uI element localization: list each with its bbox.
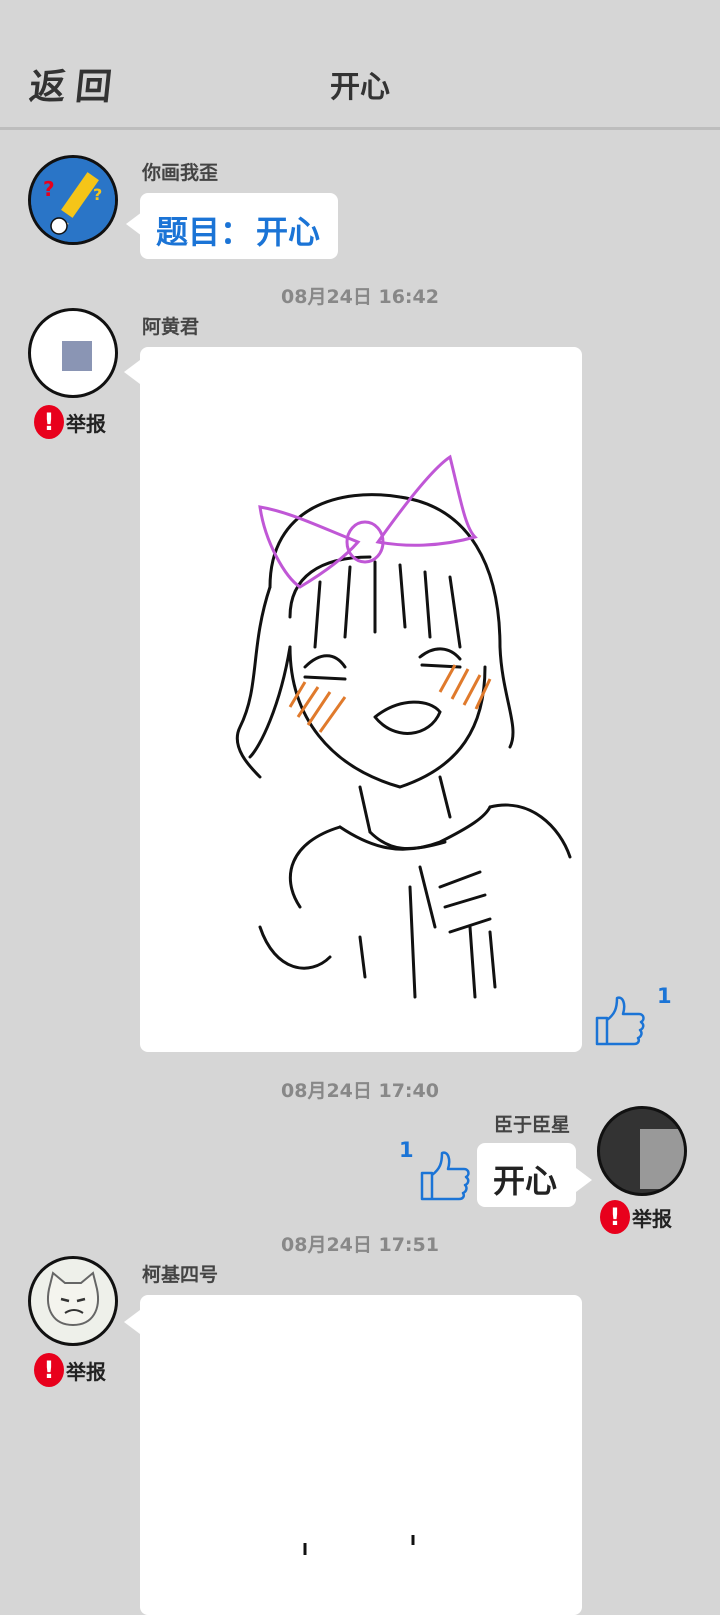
avatar-photo xyxy=(62,341,92,371)
answer-bubble: 开心 xyxy=(477,1143,576,1207)
sender-name: 臣于臣星 xyxy=(494,1114,571,1136)
avatar[interactable] xyxy=(28,1256,118,1346)
svg-text:?: ? xyxy=(93,185,102,204)
drawing-bubble[interactable] xyxy=(140,347,582,1052)
bubble-tail xyxy=(576,1168,592,1192)
thumbs-up-icon xyxy=(420,1151,470,1201)
bubble-tail xyxy=(124,360,140,384)
report-label: 举报 xyxy=(66,411,106,436)
timestamp: 08月24日 17:51 xyxy=(281,1234,439,1256)
exclamation-icon: ! xyxy=(34,1353,64,1387)
topic-prefix: 题目： xyxy=(156,213,253,251)
drawing-image xyxy=(303,1535,415,1555)
svg-text:?: ? xyxy=(43,177,55,201)
like-count: 1 xyxy=(399,1138,414,1162)
exclamation-icon: ! xyxy=(600,1200,630,1234)
sender-name: 你画我歪 xyxy=(142,162,219,184)
sender-name: 阿黄君 xyxy=(142,316,200,338)
timestamp: 08月24日 17:40 xyxy=(281,1080,439,1102)
page-title: 开心 xyxy=(330,70,390,105)
like-count: 1 xyxy=(657,984,672,1008)
drawing-bubble[interactable] xyxy=(140,1295,582,1615)
like-button[interactable] xyxy=(416,1147,472,1203)
report-button[interactable]: ! 举报 xyxy=(34,1353,106,1387)
top-bar: 返回 开心 xyxy=(0,0,720,130)
avatar-system[interactable]: ? ? xyxy=(28,155,118,245)
girl-drawing-image xyxy=(235,454,572,999)
cat-meme-icon xyxy=(47,1271,99,1327)
topic-word: 开心 xyxy=(256,213,321,251)
answer-text: 开心 xyxy=(493,1162,558,1200)
avatar[interactable] xyxy=(597,1106,687,1196)
sender-name: 柯基四号 xyxy=(142,1264,219,1286)
timestamp: 08月24日 16:42 xyxy=(281,286,439,308)
exclamation-icon: ! xyxy=(34,405,64,439)
report-button[interactable]: ! 举报 xyxy=(34,405,106,439)
avatar-photo xyxy=(640,1129,684,1189)
thumbs-up-icon xyxy=(595,996,645,1046)
report-label: 举报 xyxy=(632,1206,672,1231)
topic-bubble: 题目： 开心 xyxy=(140,193,338,259)
pencil-logo-icon: ? ? xyxy=(31,158,115,242)
like-button[interactable] xyxy=(591,992,647,1048)
report-label: 举报 xyxy=(66,1359,106,1384)
bubble-tail xyxy=(124,1310,140,1334)
report-button[interactable]: ! 举报 xyxy=(600,1200,672,1234)
avatar[interactable] xyxy=(28,308,118,398)
